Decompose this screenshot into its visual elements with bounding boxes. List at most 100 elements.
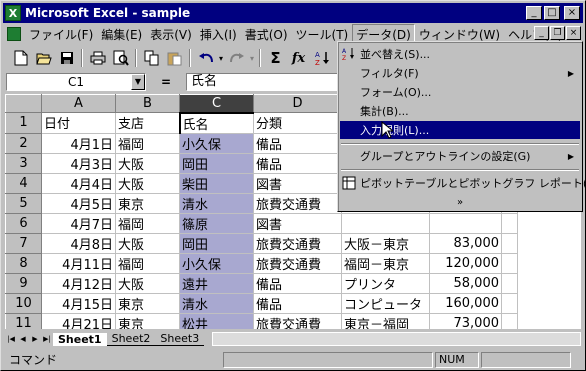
print-icon[interactable] [86,47,109,69]
cell-c[interactable]: 岡田 [179,153,254,174]
name-box-dropdown-icon[interactable]: ▼ [131,74,145,90]
minimize-icon[interactable]: _ [526,6,542,20]
last-sheet-icon[interactable]: ▶| [41,332,53,346]
cell-e[interactable]: コンピュータ [341,293,430,314]
new-icon[interactable] [9,47,32,69]
next-sheet-icon[interactable]: ▶ [29,332,41,346]
cell-e[interactable]: 大阪－東京 [341,233,430,254]
row-header[interactable]: 10 [5,292,42,314]
cell-d[interactable]: 備品 [253,293,342,314]
cell-b[interactable]: 支店 [115,112,180,134]
sheet-tab-sheet2[interactable]: Sheet2 [106,332,156,346]
menu-item-pivot-table[interactable]: ピボットテーブルとピボットグラフ レポート(P)... [340,174,586,192]
cell-a[interactable]: 4月11日 [41,253,116,274]
name-box[interactable]: C1 ▼ [6,73,146,91]
horizontal-scrollbar[interactable] [212,332,581,346]
column-header-c[interactable]: C [179,94,254,113]
cell-f[interactable]: 83,000 [429,233,502,254]
cell-d[interactable]: 図書 [253,213,342,234]
prev-sheet-icon[interactable]: ◀ [17,332,29,346]
cell-a[interactable]: 4月15日 [41,293,116,314]
cell-a[interactable]: 4月7日 [41,213,116,234]
cell-c[interactable]: 篠原 [179,213,254,234]
redo-icon[interactable] [225,47,248,69]
workbook-minimize-icon[interactable]: _ [534,26,549,40]
cell-a[interactable]: 日付 [41,112,116,134]
cell-d[interactable]: 旅費交通費 [253,313,342,329]
menu-file[interactable]: ファイル(F) [25,24,97,45]
cell-g[interactable] [501,273,518,294]
row-header[interactable]: 8 [5,252,42,274]
column-header-b[interactable]: B [115,94,180,113]
cell-b[interactable]: 東京 [115,313,180,329]
row-header[interactable]: 7 [5,232,42,254]
close-icon[interactable]: × [564,6,580,20]
cell-e[interactable]: 東京－福岡 [341,313,430,329]
menu-item-filter[interactable]: フィルタ(F) ▶ [340,64,580,82]
cell-b[interactable]: 福岡 [115,253,180,274]
menu-item-group-outline[interactable]: グループとアウトラインの設定(G) ▶ [340,147,580,165]
cell-c[interactable]: 小久保 [179,253,254,274]
cell-b[interactable]: 大阪 [115,173,180,194]
workbook-restore-icon[interactable]: ❐ [550,26,565,40]
cell-a[interactable]: 4月5日 [41,193,116,214]
cell-c[interactable]: 氏名 [178,111,254,134]
cell-a[interactable]: 4月1日 [41,133,116,154]
workbook-close-icon[interactable]: × [566,26,581,40]
sheet-tab-sheet3[interactable]: Sheet3 [155,332,205,346]
sort-ascending-icon[interactable]: AZ [310,47,333,69]
cell-g[interactable] [501,313,518,329]
cell-d[interactable]: 備品 [253,133,342,154]
cell-b[interactable]: 福岡 [115,213,180,234]
workbook-icon[interactable] [7,27,21,41]
column-header-a[interactable]: A [41,94,116,113]
cell-c[interactable]: 清水 [179,193,254,214]
cell-a[interactable]: 4月12日 [41,273,116,294]
copy-icon[interactable] [140,47,163,69]
cell-g[interactable] [501,233,518,254]
cell-b[interactable]: 東京 [115,193,180,214]
row-header[interactable]: 9 [5,272,42,294]
row-header[interactable]: 3 [5,152,42,174]
menu-insert[interactable]: 挿入(I) [196,24,241,45]
cell-d[interactable]: 旅費交通費 [253,233,342,254]
select-all-corner[interactable] [5,94,42,113]
menu-format[interactable]: 書式(O) [241,24,292,45]
cell-g[interactable] [501,213,518,234]
cell-a[interactable]: 4月8日 [41,233,116,254]
redo-dropdown-icon[interactable]: ▾ [248,47,256,69]
cell-g[interactable] [501,293,518,314]
function-icon[interactable]: fx [287,47,310,69]
sheet-tab-sheet1[interactable]: Sheet1 [53,332,107,346]
cell-e[interactable]: 福岡－東京 [341,253,430,274]
undo-dropdown-icon[interactable]: ▾ [217,47,225,69]
cell-b[interactable]: 福岡 [115,133,180,154]
cell-d[interactable]: 旅費交通費 [253,193,342,214]
row-header[interactable]: 4 [5,172,42,194]
menu-view[interactable]: 表示(V) [146,24,196,45]
cell-d[interactable]: 備品 [253,153,342,174]
cell-a[interactable]: 4月4日 [41,173,116,194]
open-icon[interactable] [32,47,55,69]
cell-c[interactable]: 松井 [179,313,254,329]
menu-item-form[interactable]: フォーム(O)... [340,83,580,101]
cell-e[interactable] [341,213,430,234]
cell-d[interactable]: 図書 [253,173,342,194]
maximize-icon[interactable]: □ [544,6,560,20]
autosum-icon[interactable]: Σ [264,47,287,69]
cell-c[interactable]: 柴田 [179,173,254,194]
row-header[interactable]: 1 [5,112,42,134]
cell-a[interactable]: 4月3日 [41,153,116,174]
undo-icon[interactable] [194,47,217,69]
row-header[interactable]: 11 [5,312,42,329]
cell-f[interactable]: 160,000 [429,293,502,314]
cell-f[interactable]: 73,000 [429,313,502,329]
cell-a[interactable]: 4月21日 [41,313,116,329]
cell-c[interactable]: 遠井 [179,273,254,294]
expand-menu-icon[interactable]: » [340,196,580,209]
cell-e[interactable]: プリンタ [341,273,430,294]
column-header-d[interactable]: D [253,94,342,113]
cell-c[interactable]: 岡田 [179,233,254,254]
cell-d[interactable]: 旅費交通費 [253,253,342,274]
row-header[interactable]: 2 [5,132,42,154]
